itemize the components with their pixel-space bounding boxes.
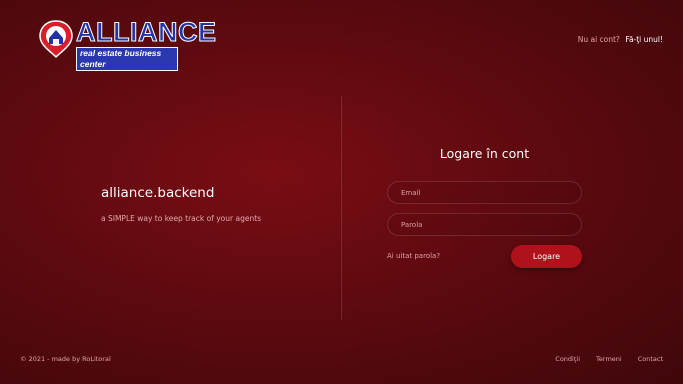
- footer-link-conditions[interactable]: Condiţii: [555, 355, 580, 363]
- copyright: © 2021 - made by RoLitoral: [20, 355, 111, 363]
- email-field[interactable]: [387, 181, 582, 204]
- footer-links: Condiţii Termeni Contact: [555, 355, 663, 363]
- forgot-password-link[interactable]: Ai uitat parola?: [387, 252, 440, 260]
- brand-title: alliance.backend: [101, 185, 215, 201]
- logo-pin-icon: [39, 20, 73, 59]
- logo[interactable]: ALLIANCE real estate business center: [38, 17, 217, 71]
- footer-link-terms[interactable]: Termeni: [596, 355, 622, 363]
- login-title: Logare în cont: [439, 146, 530, 161]
- signup-prompt-text: Nu ai cont?: [577, 35, 620, 44]
- signup-link[interactable]: Fă-ţi unul!: [625, 35, 663, 44]
- password-field[interactable]: [387, 213, 582, 236]
- divider: [341, 96, 342, 320]
- logo-wordmark: ALLIANCE: [76, 17, 217, 48]
- brand-tagline: a SIMPLE way to keep track of your agent…: [101, 214, 262, 223]
- logo-subtitle: real estate business center: [76, 47, 178, 71]
- footer-link-contact[interactable]: Contact: [638, 355, 663, 363]
- login-button[interactable]: Logare: [511, 245, 582, 268]
- signup-prompt: Nu ai cont? Fă-ţi unul!: [578, 35, 663, 44]
